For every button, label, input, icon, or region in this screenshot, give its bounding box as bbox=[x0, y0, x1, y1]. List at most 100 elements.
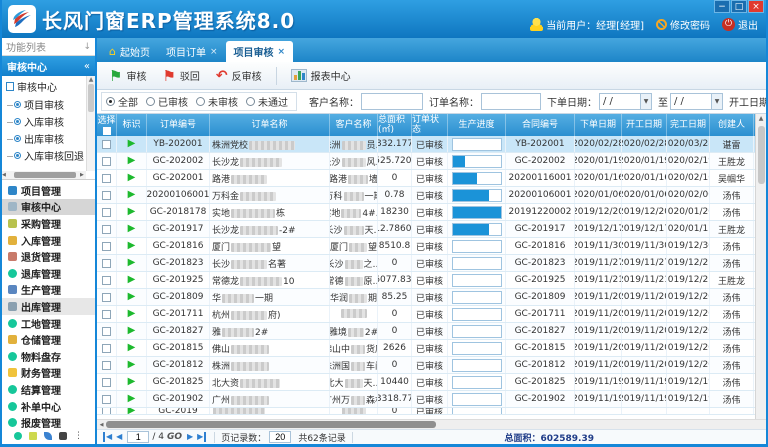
sidebar-item-audit[interactable]: 审核中心 bbox=[2, 199, 95, 216]
sidebar-item-return-store[interactable]: 退库管理 bbox=[2, 265, 95, 282]
tree-root-item[interactable]: 审核中心 bbox=[6, 79, 85, 94]
order-date-to-picker[interactable]: / / ▼ bbox=[670, 93, 723, 110]
maximize-button[interactable]: □ bbox=[731, 0, 747, 13]
order-name-input[interactable] bbox=[481, 93, 541, 110]
tab-1[interactable]: 项目订单 × bbox=[158, 41, 226, 62]
customer-name-input[interactable] bbox=[361, 93, 423, 110]
go-button[interactable]: GO bbox=[167, 432, 182, 442]
table-vertical-scrollbar[interactable]: ▲ bbox=[755, 114, 766, 419]
row-checkbox[interactable] bbox=[102, 242, 111, 251]
row-checkbox[interactable] bbox=[102, 378, 111, 387]
scroll-left-icon[interactable]: ◀ bbox=[97, 422, 106, 428]
first-page-button[interactable]: ◀ bbox=[103, 432, 112, 442]
table-row[interactable]: ▶GC-202001路港路港墙0已审核202001160012020/01/16… bbox=[97, 170, 755, 187]
cart-icon[interactable] bbox=[29, 432, 37, 440]
table-row[interactable]: ▶GC-201711杭州府)0已审核GC-2017112019/11/20201… bbox=[97, 306, 755, 323]
toolbar-button-0[interactable]: ⚑审核 bbox=[103, 66, 152, 85]
order-date-from-picker[interactable]: / / ▼ bbox=[599, 93, 652, 110]
collapse-icon[interactable]: « bbox=[84, 61, 90, 72]
sidebar-item-purchase[interactable]: 采购管理 bbox=[2, 215, 95, 232]
toolbar-button-1[interactable]: ⚑驳回 bbox=[156, 66, 205, 85]
chevron-down-icon[interactable]: ▼ bbox=[640, 94, 651, 109]
row-checkbox[interactable] bbox=[102, 408, 111, 414]
table-row[interactable]: ▶GC-201827雅2#雅境2#0已审核GC-2018272019/11/20… bbox=[97, 323, 755, 340]
row-checkbox[interactable] bbox=[102, 140, 111, 149]
page-number-input[interactable] bbox=[127, 431, 149, 443]
sidebar-item-settlement[interactable]: 结算管理 bbox=[2, 381, 95, 398]
table-row[interactable]: ▶GC-202002长沙龙长沙风…65525.7200…已审核GC-202002… bbox=[97, 153, 755, 170]
tab-0[interactable]: ⌂ 起始页 bbox=[101, 41, 158, 62]
chevron-down-icon[interactable]: ▼ bbox=[711, 94, 722, 109]
column-header-12[interactable]: 创建人 bbox=[710, 114, 754, 136]
row-checkbox[interactable] bbox=[102, 191, 111, 200]
sidebar-item-warehouse[interactable]: 仓储管理 bbox=[2, 331, 95, 348]
sidebar-item-inventory[interactable]: 物料盘存 bbox=[2, 348, 95, 365]
column-header-6[interactable]: 订单状态 bbox=[412, 114, 448, 136]
table-horizontal-scrollbar[interactable]: ◀ bbox=[97, 419, 766, 429]
table-row[interactable]: ▶GC-2018178实地栋实地4#…18230已审核2019122000220… bbox=[97, 204, 755, 221]
sidebar-item-scrap[interactable]: 报废管理 bbox=[2, 414, 95, 428]
leaf-icon[interactable] bbox=[44, 432, 52, 440]
table-row[interactable]: ▶GC-20190已审核 bbox=[97, 408, 755, 415]
scrollbar-thumb[interactable] bbox=[106, 421, 436, 428]
sidebar-item-inbound[interactable]: 入库管理 bbox=[2, 232, 95, 249]
row-checkbox[interactable] bbox=[102, 395, 111, 404]
tree-vertical-scrollbar[interactable]: ▲ bbox=[86, 76, 95, 171]
sidebar-item-outbound[interactable]: 出库管理 bbox=[2, 298, 95, 315]
row-checkbox[interactable] bbox=[102, 259, 111, 268]
dot-icon[interactable] bbox=[14, 432, 22, 440]
radio-0[interactable]: 全部 bbox=[106, 94, 138, 109]
scroll-up-icon[interactable]: ▲ bbox=[759, 114, 764, 124]
more-icon[interactable]: ⋮ bbox=[74, 432, 83, 440]
logout-link[interactable]: ⏻ 退出 bbox=[722, 17, 758, 32]
page-size-input[interactable] bbox=[269, 431, 291, 443]
tab-2[interactable]: 项目审核 × bbox=[226, 41, 294, 62]
column-header-2[interactable]: 订单编号 bbox=[147, 114, 210, 136]
table-row[interactable]: ▶GC-201812株洲株洲国车间0已审核GC-2018122019/11/20… bbox=[97, 357, 755, 374]
table-row[interactable]: ▶GC-201815佛山佛山中货库2626已审核GC-2018152019/11… bbox=[97, 340, 755, 357]
close-tab-icon[interactable]: × bbox=[210, 47, 218, 57]
close-button[interactable]: × bbox=[748, 0, 764, 13]
person-icon[interactable] bbox=[59, 432, 67, 440]
sidebar-item-site[interactable]: 工地管理 bbox=[2, 315, 95, 332]
toolbar-button-3[interactable]: 报表中心 bbox=[285, 66, 357, 85]
sidebar-item-reorder[interactable]: 补单中心 bbox=[2, 398, 95, 415]
table-row[interactable]: ▶GC-201917长沙龙-2#长沙天…8512.78600…已审核GC-201… bbox=[97, 221, 755, 238]
select-all-checkbox[interactable] bbox=[103, 127, 111, 135]
column-header-9[interactable]: 下单日期 bbox=[575, 114, 622, 136]
tree-item-2[interactable]: 出库审核 bbox=[6, 130, 85, 147]
toolbar-button-2[interactable]: ↶反审核 bbox=[210, 66, 268, 85]
tree-item-3[interactable]: 入库审核回退 bbox=[6, 147, 85, 164]
column-header-5[interactable]: 总面积(㎡) bbox=[378, 114, 412, 136]
column-header-4[interactable]: 客户名称 bbox=[330, 114, 378, 136]
sidebar-item-return-goods[interactable]: 退货管理 bbox=[2, 248, 95, 265]
table-row[interactable]: ▶GC-201809华一期华润期85.25已审核GC-2018092019/11… bbox=[97, 289, 755, 306]
tree-item-1[interactable]: 入库审核 bbox=[6, 113, 85, 130]
table-row[interactable]: ▶20200106001万科金万科一期0.78已审核20200106001202… bbox=[97, 187, 755, 204]
column-header-10[interactable]: 开工日期 bbox=[622, 114, 667, 136]
row-checkbox[interactable] bbox=[102, 293, 111, 302]
row-checkbox[interactable] bbox=[102, 361, 111, 370]
scrollbar-thumb[interactable] bbox=[758, 126, 765, 184]
prev-page-button[interactable]: ◀ bbox=[116, 432, 122, 442]
row-checkbox[interactable] bbox=[102, 174, 111, 183]
minimize-button[interactable]: − bbox=[714, 0, 730, 13]
column-header-3[interactable]: 订单名称 bbox=[210, 114, 330, 136]
row-checkbox[interactable] bbox=[102, 327, 111, 336]
close-tab-icon[interactable]: × bbox=[278, 47, 286, 57]
sidebar-item-finance[interactable]: 财务管理 bbox=[2, 365, 95, 382]
column-header-8[interactable]: 合同编号 bbox=[506, 114, 575, 136]
row-checkbox[interactable] bbox=[102, 208, 111, 217]
radio-2[interactable]: 未审核 bbox=[196, 94, 238, 109]
pin-icon[interactable]: ↓ bbox=[83, 42, 91, 52]
next-page-button[interactable]: ▶ bbox=[187, 432, 193, 442]
row-checkbox[interactable] bbox=[102, 344, 111, 353]
column-header-7[interactable]: 生产进度 bbox=[448, 114, 506, 136]
column-header-1[interactable]: 标识 bbox=[117, 114, 147, 136]
row-checkbox[interactable] bbox=[102, 225, 111, 234]
tree-horizontal-scrollbar[interactable]: ◀▶ bbox=[2, 171, 86, 179]
table-row[interactable]: ▶GC-201816厦门望厦门望188510.818已审核GC-20181620… bbox=[97, 238, 755, 255]
sidebar-item-project[interactable]: 项目管理 bbox=[2, 182, 95, 199]
radio-1[interactable]: 已审核 bbox=[146, 94, 188, 109]
column-header-0[interactable]: 选择 bbox=[97, 114, 117, 136]
